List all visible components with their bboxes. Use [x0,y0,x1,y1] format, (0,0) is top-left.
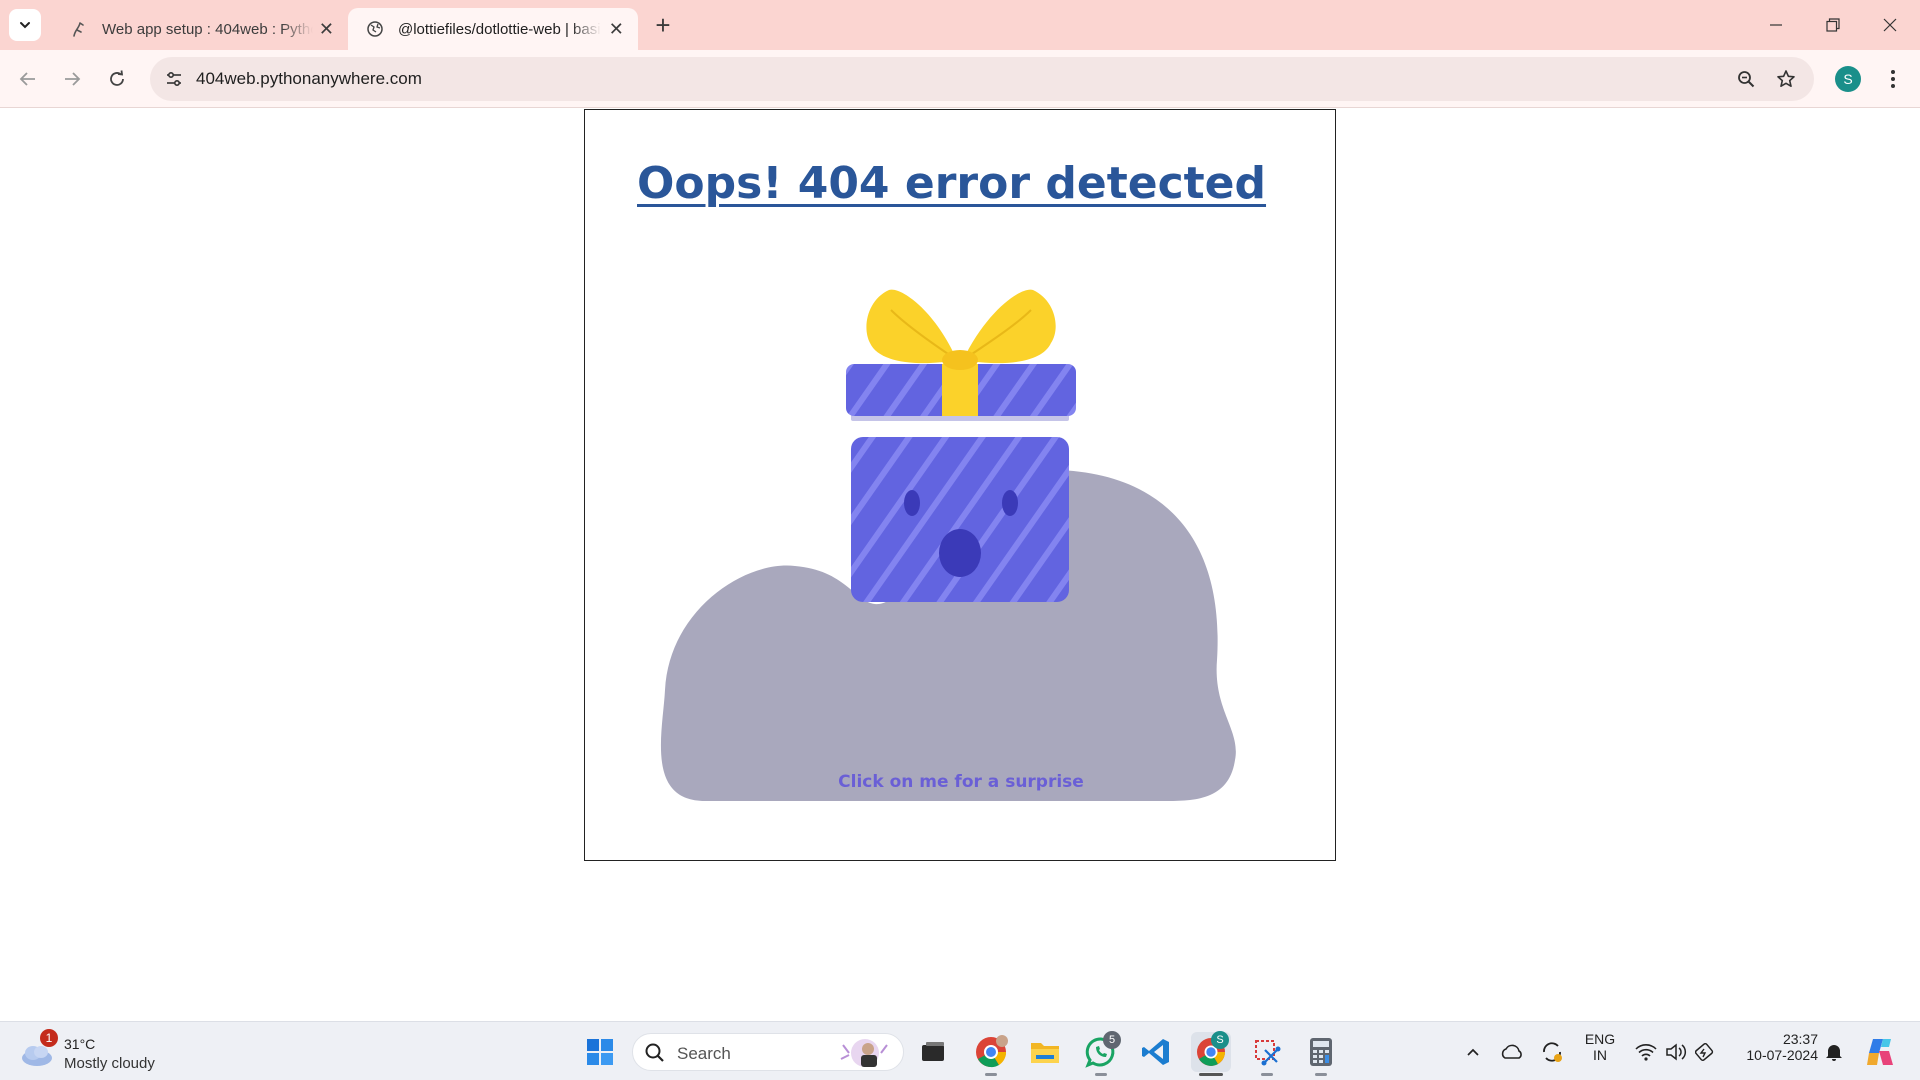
reload-icon[interactable] [99,61,135,97]
page-viewport: Oops! 404 error detected Click on me for… [0,109,1920,1021]
chrome-profile-icon[interactable] [971,1032,1011,1072]
calculator-icon[interactable] [1301,1032,1341,1072]
search-label: Search [677,1044,731,1063]
tab-dotlottie[interactable]: @lottiefiles/dotlottie-web | basic ✕ [348,8,638,50]
back-icon[interactable] [10,61,46,97]
active-indicator [1199,1073,1223,1076]
close-window-icon[interactable] [1862,0,1918,50]
running-indicator [985,1073,997,1076]
url-text: 404web.pythonanywhere.com [196,69,422,88]
gift-eye-left [904,490,920,516]
gift-bow-knot [942,350,978,370]
windows-taskbar: 1 31°C Mostly cloudy Search 5 S ENG IN 2… [0,1021,1920,1080]
tab-pythonanywhere[interactable]: Web app setup : 404web : PythonAnywhere … [52,8,346,50]
language-code: ENG [1584,1031,1616,1047]
close-tab-icon[interactable]: ✕ [319,19,334,39]
running-indicator [1095,1073,1107,1076]
minimize-window-icon[interactable] [1748,0,1804,50]
site-info-icon[interactable] [160,65,188,93]
lottie-container: Oops! 404 error detected Click on me for… [584,109,1336,861]
gift-bow-left [866,289,957,364]
browser-toolbar: 404web.pythonanywhere.com S [0,50,1920,108]
clock-date: 10-07-2024 [1746,1047,1818,1063]
kebab-menu-icon[interactable] [1878,64,1908,94]
region-code: IN [1593,1047,1607,1063]
new-tab-button[interactable]: + [648,10,678,40]
tab-search-button[interactable] [9,9,41,41]
vscode-icon[interactable] [1136,1032,1176,1072]
zoom-icon[interactable] [1732,65,1760,93]
forward-icon[interactable] [54,61,90,97]
windows-start-icon[interactable] [580,1032,620,1072]
gift-eye-right [1002,490,1018,516]
input-language[interactable]: ENG IN [1576,1031,1624,1063]
gift-bow-right [963,289,1056,364]
close-tab-icon[interactable]: ✕ [607,19,626,39]
weather-condition: Mostly cloudy [64,1055,155,1072]
show-hidden-icons-chevron-icon[interactable] [1453,1032,1493,1072]
restore-window-icon[interactable] [1805,0,1861,50]
onedrive-icon[interactable] [1492,1032,1532,1072]
bookmark-star-icon[interactable] [1772,65,1800,93]
address-bar[interactable]: 404web.pythonanywhere.com [150,57,1814,101]
whatsapp-unread-badge: 5 [1103,1031,1121,1049]
gift-box-body [851,437,1069,602]
gift-mouth [939,529,981,577]
chevron-down-icon [20,22,30,29]
clock-time: 23:37 [1782,1031,1818,1047]
file-explorer-icon[interactable] [1025,1032,1065,1072]
chrome-profile-badge: S [1211,1031,1229,1049]
battery-charging-icon[interactable] [1688,1032,1724,1072]
weather-widget[interactable]: 1 31°C Mostly cloudy [18,1029,178,1074]
copilot-icon[interactable] [1860,1032,1902,1072]
snipping-tool-icon[interactable] [1247,1032,1287,1072]
running-indicator [1315,1073,1327,1076]
pythonanywhere-favicon-icon [68,18,90,40]
tab-title: Web app setup : 404web : PythonAnywhere [102,20,313,38]
clock[interactable]: 23:37 10-07-2024 [1734,1031,1818,1063]
search-highlight-icon [840,1039,888,1067]
gift-ribbon [942,364,978,416]
sync-icon[interactable] [1532,1032,1572,1072]
weather-alert-badge: 1 [40,1029,58,1047]
search-icon [645,1043,664,1062]
surprise-animation[interactable] [585,110,1337,862]
task-view-icon[interactable] [913,1032,953,1072]
globe-icon [364,18,386,40]
notification-bell-icon[interactable] [1816,1032,1852,1072]
tab-title: @lottiefiles/dotlottie-web | basic [398,20,601,38]
profile-avatar[interactable]: S [1835,66,1861,92]
taskbar-search[interactable]: Search [632,1033,904,1071]
surprise-cta[interactable]: Click on me for a surprise [585,772,1337,792]
weather-temp: 31°C [64,1036,96,1052]
tab-strip: Web app setup : 404web : PythonAnywhere … [0,0,1920,50]
running-indicator [1261,1073,1273,1076]
